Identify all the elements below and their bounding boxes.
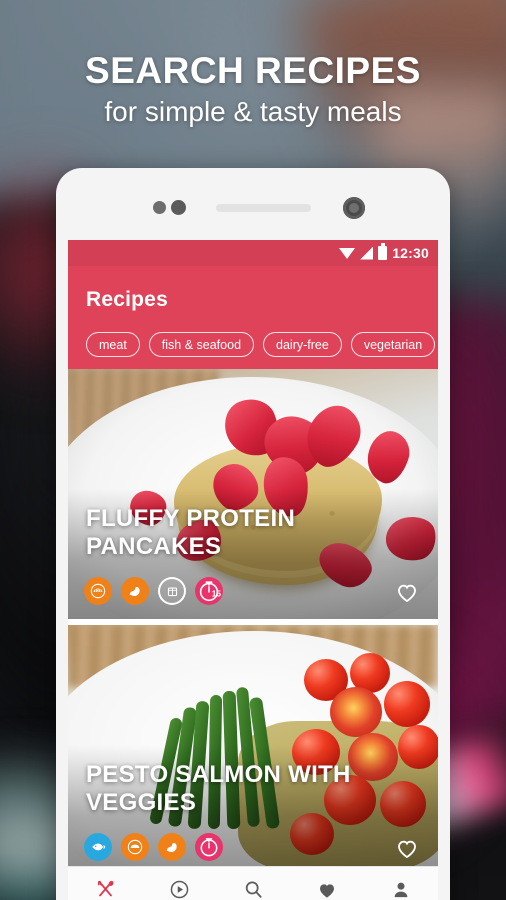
- status-time: 12:30: [392, 245, 429, 261]
- status-bar: 12:30: [68, 240, 438, 266]
- search-icon: [243, 879, 264, 900]
- timer-icon: 15: [199, 581, 222, 602]
- filter-chip-meat[interactable]: meat: [86, 332, 140, 357]
- protein-badge[interactable]: [121, 577, 149, 605]
- container-box-icon: [167, 587, 177, 596]
- phone-mockup: 12:30 Recipes meat fish & seafood dairy-…: [56, 168, 450, 900]
- timer-badge[interactable]: [195, 833, 223, 861]
- favorite-button[interactable]: [394, 835, 420, 861]
- proximity-sensor-icon: [153, 201, 166, 214]
- promo-headline: SEARCH RECIPES: [85, 50, 421, 91]
- timer-badge[interactable]: 15: [195, 577, 223, 605]
- nav-item-howto[interactable]: How To: [142, 879, 216, 900]
- nav-item-profile[interactable]: Profile: [364, 879, 438, 900]
- filter-chip-dairyfree[interactable]: dairy-free: [263, 332, 342, 357]
- favorite-button[interactable]: [394, 579, 420, 605]
- recipe-title: PESTO SALMON WITH VEGGIES: [86, 761, 351, 816]
- filter-chip-row[interactable]: meat fish & seafood dairy-free vegetaria…: [86, 332, 436, 357]
- light-sensor-icon: [171, 200, 186, 215]
- fish-badge[interactable]: [84, 833, 112, 861]
- bread-icon: [90, 583, 106, 599]
- timer-icon: [200, 838, 218, 857]
- heart-outline-icon: [398, 840, 416, 859]
- promo-headline-block: SEARCH RECIPES for simple & tasty meals: [0, 50, 506, 130]
- timer-minutes: 15: [212, 589, 222, 599]
- photo-tomato: [384, 681, 430, 727]
- nav-item-search[interactable]: Search: [216, 879, 290, 900]
- page-title: Recipes: [86, 288, 168, 311]
- protein-badge[interactable]: [158, 833, 186, 861]
- nav-item-favorites[interactable]: Favorites: [290, 879, 364, 900]
- earpiece-speaker: [216, 204, 311, 212]
- front-camera-icon: [343, 197, 365, 219]
- recipe-title: FLUFFY PROTEIN PANCAKES: [86, 505, 296, 560]
- phone-top-bezel: [68, 168, 438, 240]
- filter-chip-fish[interactable]: fish & seafood: [148, 332, 255, 357]
- recipe-badge-row: 15: [84, 577, 223, 605]
- person-icon: [391, 879, 411, 900]
- carbs-badge[interactable]: [84, 577, 112, 605]
- storage-badge[interactable]: [158, 577, 186, 605]
- promo-subheadline: for simple & tasty meals: [104, 96, 402, 127]
- nav-item-recipes[interactable]: Recipes: [68, 879, 142, 900]
- heart-filled-icon: [316, 879, 338, 900]
- recipe-card[interactable]: FLUFFY PROTEIN PANCAKES 15: [68, 369, 438, 619]
- phone-screen: 12:30 Recipes meat fish & seafood dairy-…: [68, 240, 438, 900]
- photo-tomato-cut: [330, 687, 382, 737]
- wifi-icon: [339, 247, 356, 259]
- muscle-arm-icon: [166, 842, 177, 852]
- carbs-badge[interactable]: [121, 833, 149, 861]
- battery-icon: [378, 243, 388, 260]
- recipe-card[interactable]: PESTO SALMON WITH VEGGIES: [68, 625, 438, 875]
- bread-icon: [127, 839, 143, 855]
- recipe-card-list: FLUFFY PROTEIN PANCAKES 15 PESTO SALMON …: [68, 369, 438, 875]
- app-bar: Recipes meat fish & seafood dairy-free v…: [68, 266, 438, 369]
- fish-icon: [92, 843, 106, 851]
- bottom-navigation: Recipes How To Search: [68, 866, 438, 900]
- spoon-fork-icon: [95, 879, 116, 900]
- muscle-arm-icon: [129, 586, 140, 596]
- heart-outline-icon: [398, 584, 416, 603]
- recipe-badge-row: [84, 833, 223, 861]
- signal-icon: [360, 246, 374, 260]
- filter-chip-vegetarian[interactable]: vegetarian: [350, 332, 436, 357]
- play-circle-icon: [169, 879, 190, 900]
